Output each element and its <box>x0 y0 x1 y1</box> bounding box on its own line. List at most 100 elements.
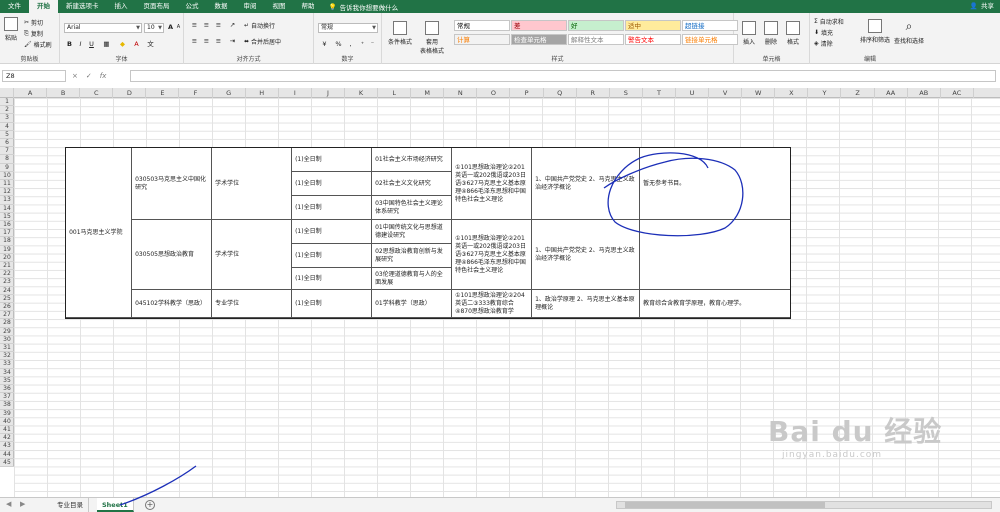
sheet-tab[interactable]: Sheet1 <box>97 498 134 512</box>
row-header[interactable]: 18 <box>0 237 14 246</box>
row-header[interactable]: 16 <box>0 221 14 230</box>
direction-cell[interactable]: 02思想政治教育创新与发展研究 <box>372 244 453 269</box>
horizontal-scrollbar[interactable] <box>616 501 992 509</box>
phonetic-icon[interactable]: 文 <box>146 40 155 49</box>
row-header[interactable]: 2 <box>0 106 14 115</box>
cell-style-option[interactable]: 警告文本 <box>625 34 681 45</box>
column-header[interactable]: L <box>378 88 412 98</box>
clear-button[interactable]: ◈ 清除 <box>814 39 833 48</box>
row-header[interactable]: 31 <box>0 344 14 353</box>
column-header[interactable]: AA <box>875 88 908 98</box>
number-format-select[interactable]: 常规 ▼ <box>318 23 378 33</box>
column-header[interactable]: C <box>80 88 114 98</box>
direction-cell[interactable]: 03伦理道德教育与人的全面发展 <box>372 268 453 291</box>
row-header[interactable]: 6 <box>0 139 14 148</box>
font-name-select[interactable]: Arial ▼ <box>64 23 142 33</box>
ribbon-tab[interactable]: 新建选项卡 <box>58 0 107 13</box>
column-header[interactable]: U <box>676 88 710 98</box>
degree-cell[interactable]: 学术学位 <box>212 220 293 291</box>
cell-style-option[interactable]: 超链接 <box>682 20 738 31</box>
scrollbar-thumb[interactable] <box>625 502 825 508</box>
ribbon-tab[interactable]: 插入 <box>107 0 136 13</box>
degree-cell[interactable]: 学术学位 <box>212 148 293 221</box>
row-header[interactable]: 7 <box>0 147 14 156</box>
subject-cell[interactable]: 1、中国共产党党史 2、马克思主义政治经济学概论 <box>532 148 641 221</box>
scroll-right-icon[interactable]: ▶ <box>20 500 25 508</box>
wrap-text-button[interactable]: ↵ 自动换行 <box>244 21 275 30</box>
align-middle-icon[interactable]: ≡ <box>202 21 211 30</box>
exam-cell[interactable]: ①101思想政治理论②204英语二③333教育综合④870思想政治教育学 <box>452 290 533 319</box>
cancel-icon[interactable]: × <box>72 70 78 82</box>
column-header[interactable]: AC <box>941 88 974 98</box>
border-icon[interactable]: ▦ <box>102 40 111 49</box>
exam-cell[interactable]: ①101思想政治理论②201英语一或202俄语或203日语③627马克思主义基本… <box>452 148 533 221</box>
row-header[interactable]: 17 <box>0 229 14 238</box>
column-header[interactable]: X <box>775 88 809 98</box>
subject-cell[interactable]: 1、中国共产党党史 2、马克思主义政治经济学概论 <box>532 220 641 291</box>
row-header[interactable]: 27 <box>0 311 14 320</box>
row-header[interactable]: 32 <box>0 352 14 361</box>
insert-cells-button[interactable]: 插入 <box>742 21 756 46</box>
row-header[interactable]: 15 <box>0 213 14 221</box>
reference-cell[interactable]: 暂无参考书目。 <box>640 148 791 221</box>
align-bottom-icon[interactable]: ≡ <box>214 21 223 30</box>
column-header[interactable]: M <box>411 88 445 98</box>
formula-input[interactable] <box>130 70 996 82</box>
sheet-tab[interactable]: 专业目录 <box>52 498 89 512</box>
direction-cell[interactable]: 01中国传统文化与思想道德建设研究 <box>372 220 453 245</box>
mode-cell[interactable]: (1)全日制 <box>292 172 373 197</box>
find-select-button[interactable]: ⌕ 查找和选择 <box>894 19 924 45</box>
row-header[interactable]: 43 <box>0 442 14 451</box>
underline-button[interactable]: U <box>87 40 96 49</box>
sort-filter-button[interactable]: 排序和筛选 <box>860 19 890 44</box>
ribbon-tab[interactable]: 帮助 <box>294 0 323 13</box>
column-header[interactable]: K <box>345 88 379 98</box>
row-header[interactable]: 39 <box>0 410 14 418</box>
ribbon-tab[interactable]: 数据 <box>207 0 236 13</box>
row-header[interactable]: 41 <box>0 426 14 435</box>
column-header[interactable]: S <box>610 88 643 98</box>
row-header[interactable]: 24 <box>0 287 14 295</box>
cut-button[interactable]: ✂ 剪切 <box>24 18 43 27</box>
column-header[interactable]: F <box>180 88 213 98</box>
comma-button[interactable]: , <box>346 40 355 49</box>
column-header[interactable]: G <box>213 88 246 98</box>
cell-style-option[interactable]: 好 <box>568 20 624 31</box>
row-header[interactable]: 11 <box>0 180 14 189</box>
column-header[interactable]: Q <box>544 88 577 98</box>
mode-cell[interactable]: (1)全日制 <box>292 148 373 173</box>
fill-button[interactable]: ⬇ 填充 <box>814 28 833 37</box>
cell-style-option[interactable]: 解释性文本 <box>568 34 624 45</box>
column-header[interactable]: H <box>246 88 279 98</box>
italic-button[interactable]: I <box>76 40 85 49</box>
direction-cell[interactable]: 03中国特色社会主义理论体系研究 <box>372 196 453 221</box>
row-header[interactable]: 26 <box>0 303 14 312</box>
currency-icon[interactable]: ¥ <box>320 40 329 49</box>
shrink-font-button[interactable]: A <box>174 23 183 32</box>
row-header[interactable]: 34 <box>0 369 14 377</box>
row-header[interactable]: 20 <box>0 254 14 262</box>
major-cell[interactable]: 030505思想政治教育 <box>132 220 213 291</box>
format-painter-button[interactable]: 🖌 格式刷 <box>24 40 52 49</box>
indent-icon[interactable]: ⇥ <box>228 37 237 46</box>
format-as-table-button[interactable]: 套用 表格格式 <box>420 21 444 55</box>
percent-button[interactable]: % <box>334 40 343 49</box>
row-header[interactable]: 13 <box>0 196 14 205</box>
column-header[interactable]: I <box>279 88 312 98</box>
reference-cell[interactable] <box>640 220 791 291</box>
align-right-icon[interactable]: ≡ <box>214 37 223 46</box>
column-header[interactable]: Z <box>842 88 875 98</box>
fx-icon[interactable]: fx <box>100 70 107 82</box>
column-header[interactable]: W <box>742 88 776 98</box>
enter-icon[interactable]: ✓ <box>86 70 92 82</box>
row-header[interactable]: 14 <box>0 205 14 213</box>
row-header[interactable]: 3 <box>0 114 14 123</box>
fill-color-icon[interactable]: ◆ <box>118 40 127 49</box>
column-header[interactable]: O <box>477 88 511 98</box>
column-header[interactable]: J <box>312 88 345 98</box>
tell-me-box[interactable]: 💡 告诉我你想要做什么 <box>329 2 399 12</box>
column-header[interactable]: AB <box>908 88 941 98</box>
subject-cell[interactable]: 1、政治学原理 2、马克思主义基本原理概论 <box>532 290 641 319</box>
row-header[interactable]: 30 <box>0 336 14 344</box>
row-header[interactable]: 44 <box>0 451 14 459</box>
